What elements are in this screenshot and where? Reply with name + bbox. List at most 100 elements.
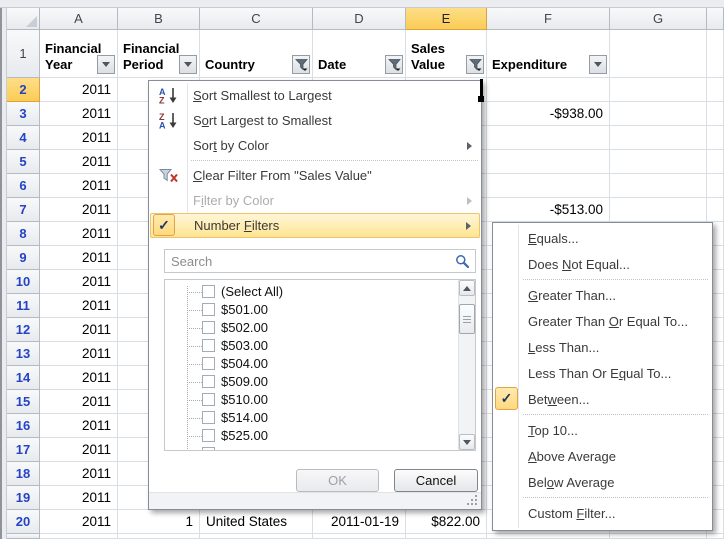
header-cell-E1[interactable]: Sales Value — [406, 30, 487, 78]
row-header-15[interactable]: 15 — [7, 390, 40, 414]
cell-partial6[interactable] — [707, 174, 724, 198]
row-header-1[interactable]: 1 — [7, 30, 40, 78]
header-cell-G1[interactable] — [610, 30, 707, 78]
cell-A3[interactable]: 2011 — [40, 102, 118, 126]
column-header-E[interactable]: E — [406, 8, 487, 30]
cell-A9[interactable]: 2011 — [40, 246, 118, 270]
checkbox[interactable] — [202, 429, 215, 442]
search-input[interactable] — [165, 250, 455, 272]
filter-button-F[interactable] — [589, 55, 607, 74]
menu-item-sort-smallest-to-largest[interactable]: AZSort Smallest to Largest — [149, 83, 481, 108]
row-header-9[interactable]: 9 — [7, 246, 40, 270]
cell-A15[interactable]: 2011 — [40, 390, 118, 414]
submenu-item-above-average[interactable]: Above Average — [493, 443, 712, 469]
cell-A2[interactable]: 2011 — [40, 78, 118, 102]
row-header-12[interactable]: 12 — [7, 318, 40, 342]
cell-F21[interactable] — [487, 534, 610, 539]
filter-button-C[interactable] — [292, 55, 310, 74]
cell-A10[interactable]: 2011 — [40, 270, 118, 294]
cell-B20[interactable]: 1 — [118, 510, 200, 534]
checkbox[interactable] — [202, 375, 215, 388]
column-header-F[interactable]: F — [487, 8, 610, 30]
filter-value-item[interactable]: $502.00 — [165, 319, 458, 337]
filter-value-item[interactable]: $525.00 — [165, 427, 458, 445]
cell-A4[interactable]: 2011 — [40, 126, 118, 150]
filter-button-B[interactable] — [179, 55, 197, 74]
checkbox[interactable] — [202, 357, 215, 370]
column-header-G[interactable]: G — [610, 8, 707, 30]
row-header-4[interactable]: 4 — [7, 126, 40, 150]
checkbox[interactable] — [202, 285, 215, 298]
cell-G2[interactable] — [610, 78, 707, 102]
row-header-7[interactable]: 7 — [7, 198, 40, 222]
cell-G5[interactable] — [610, 150, 707, 174]
header-cell-C1[interactable]: Country — [200, 30, 313, 78]
select-all-corner[interactable] — [7, 8, 40, 30]
scroll-down-button[interactable] — [459, 434, 475, 450]
scroll-up-button[interactable] — [459, 280, 475, 296]
header-cell-D1[interactable]: Date — [313, 30, 406, 78]
cell-A7[interactable]: 2011 — [40, 198, 118, 222]
cancel-button[interactable]: Cancel — [394, 469, 478, 492]
cell-D21[interactable] — [313, 534, 406, 539]
header-cell-F1[interactable]: Expenditure — [487, 30, 610, 78]
filter-value-item[interactable]: $503.00 — [165, 337, 458, 355]
cell-F4[interactable] — [487, 126, 610, 150]
submenu-item-equals[interactable]: Equals... — [493, 225, 712, 251]
column-header-D[interactable]: D — [313, 8, 406, 30]
column-header-A[interactable]: A — [40, 8, 118, 30]
column-header-C[interactable]: C — [200, 8, 313, 30]
cell-B21[interactable] — [118, 534, 200, 539]
filter-value-item[interactable]: $509.00 — [165, 373, 458, 391]
row-header-8[interactable]: 8 — [7, 222, 40, 246]
cell-F2[interactable] — [487, 78, 610, 102]
cell-G7[interactable] — [610, 198, 707, 222]
cell-partial3[interactable] — [707, 102, 724, 126]
row-header-2[interactable]: 2 — [7, 78, 40, 102]
filter-button-D[interactable] — [385, 55, 403, 74]
cell-A12[interactable]: 2011 — [40, 318, 118, 342]
row-header-16[interactable]: 16 — [7, 414, 40, 438]
cell-partial4[interactable] — [707, 126, 724, 150]
ok-button[interactable]: OK — [296, 469, 379, 492]
submenu-item-less-than[interactable]: Less Than... — [493, 334, 712, 360]
row-header-17[interactable]: 17 — [7, 438, 40, 462]
scrollbar-thumb[interactable] — [459, 304, 475, 334]
cell-A5[interactable]: 2011 — [40, 150, 118, 174]
row-header-13[interactable]: 13 — [7, 342, 40, 366]
cell-A18[interactable]: 2011 — [40, 462, 118, 486]
header-cell-B1[interactable]: Financial Period — [118, 30, 200, 78]
cell-A6[interactable]: 2011 — [40, 174, 118, 198]
cell-C21[interactable] — [200, 534, 313, 539]
cell-partial21[interactable] — [707, 534, 724, 539]
cell-A20[interactable]: 2011 — [40, 510, 118, 534]
checkbox[interactable] — [202, 339, 215, 352]
filter-value-item[interactable]: $501.00 — [165, 301, 458, 319]
cell-partial2[interactable] — [707, 78, 724, 102]
row-header-10[interactable]: 10 — [7, 270, 40, 294]
row-header-19[interactable]: 19 — [7, 486, 40, 510]
fill-handle[interactable] — [478, 96, 484, 102]
submenu-item-does-not-equal[interactable]: Does Not Equal... — [493, 251, 712, 277]
cell-A11[interactable]: 2011 — [40, 294, 118, 318]
row-header-14[interactable]: 14 — [7, 366, 40, 390]
cell-F6[interactable] — [487, 174, 610, 198]
cell-A17[interactable]: 2011 — [40, 438, 118, 462]
header-cell-partial1[interactable] — [707, 30, 724, 78]
cell-A14[interactable]: 2011 — [40, 366, 118, 390]
submenu-item-less-than-or-equal-to[interactable]: Less Than Or Equal To... — [493, 360, 712, 386]
row-header-11[interactable]: 11 — [7, 294, 40, 318]
filter-value-item[interactable]: $514.00 — [165, 409, 458, 427]
row-header-3[interactable]: 3 — [7, 102, 40, 126]
menu-item-clear-filter-from-sales-value[interactable]: Clear Filter From "Sales Value" — [149, 163, 481, 188]
cell-F3[interactable]: -$938.00 — [487, 102, 610, 126]
submenu-item-greater-than[interactable]: Greater Than... — [493, 282, 712, 308]
cell-G3[interactable] — [610, 102, 707, 126]
cell-A16[interactable]: 2011 — [40, 414, 118, 438]
cell-A13[interactable]: 2011 — [40, 342, 118, 366]
submenu-item-greater-than-or-equal-to[interactable]: Greater Than Or Equal To... — [493, 308, 712, 334]
header-cell-A1[interactable]: Financial Year — [40, 30, 118, 78]
submenu-item-custom-filter[interactable]: Custom Filter... — [493, 500, 712, 526]
cell-A19[interactable]: 2011 — [40, 486, 118, 510]
menu-item-number-filters[interactable]: ✓Number Filters — [150, 213, 480, 238]
